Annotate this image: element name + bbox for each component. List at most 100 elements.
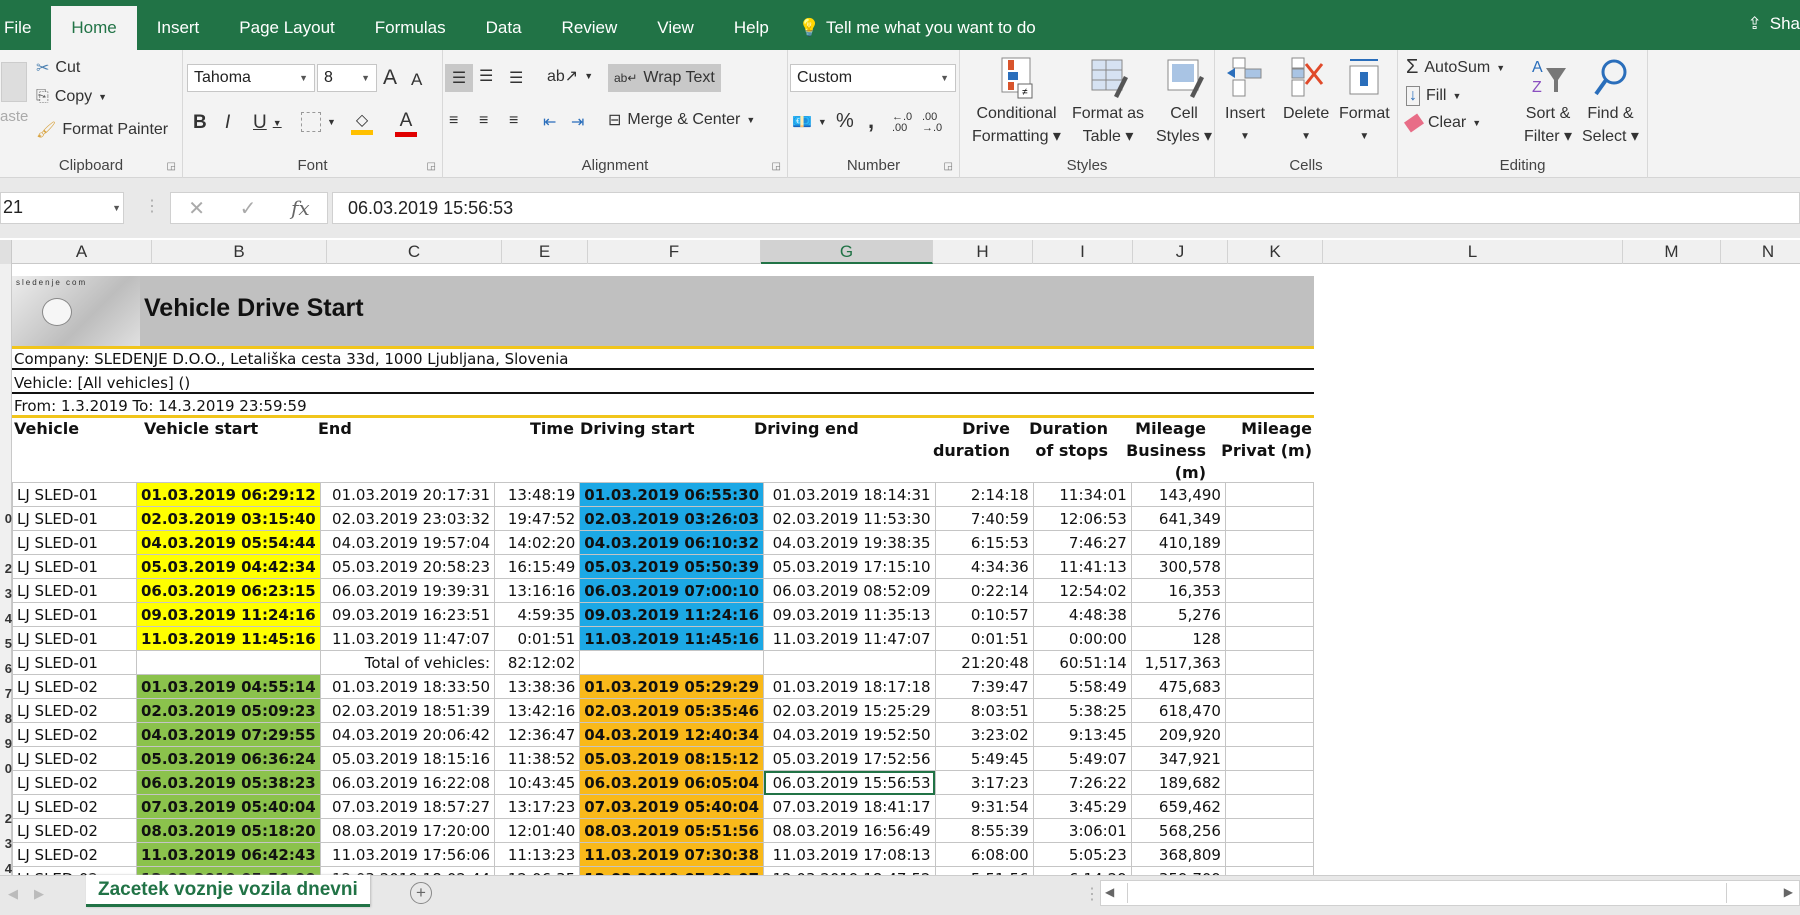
number-format-select[interactable]: Custom ▼ [790, 64, 956, 92]
cell-driving-end[interactable]: 04.03.2019 19:38:35 [763, 530, 936, 555]
cell-drive-duration[interactable]: 7:39:47 [934, 674, 1034, 699]
cell-time[interactable]: 12:36:47 [494, 722, 581, 747]
cell-driving-end[interactable]: 07.03.2019 18:41:17 [763, 794, 936, 819]
column-header-b[interactable]: B [152, 240, 327, 264]
font-family-select[interactable]: Tahoma ▼ [187, 64, 315, 92]
cell-driving-start[interactable]: 06.03.2019 07:00:10 [579, 578, 764, 603]
shrink-font-button[interactable]: A [411, 70, 422, 90]
tab-data[interactable]: Data [466, 6, 542, 50]
column-header-c[interactable]: C [327, 240, 502, 264]
cell-mileage-privat[interactable] [1224, 770, 1315, 795]
cell-driving-end[interactable]: 04.03.2019 19:52:50 [763, 722, 936, 747]
cell-mileage-business[interactable]: 618,470 [1130, 698, 1226, 723]
cell-drive-duration[interactable]: 3:17:23 [934, 770, 1034, 795]
tell-me-search[interactable]: 💡 Tell me what you want to do [789, 6, 1036, 50]
cell-time[interactable]: 19:47:52 [494, 506, 581, 531]
cell-mileage-business[interactable]: 368,809 [1130, 842, 1226, 867]
find-select-button[interactable]: Find & Select ▾ [1582, 56, 1639, 148]
column-header-j[interactable]: J [1133, 240, 1228, 264]
cell-duration-stops[interactable]: 4:48:38 [1032, 602, 1132, 627]
decrease-decimal-button[interactable]: .00 →.0 [922, 112, 948, 134]
cell-drive-duration[interactable]: 4:34:36 [934, 554, 1034, 579]
align-middle-button[interactable]: ☰ [479, 66, 493, 86]
cell-vehicle[interactable]: LJ SLED-02 [12, 794, 137, 819]
cell-mileage-business[interactable]: 5,276 [1130, 602, 1226, 627]
row-number[interactable]: 3 [0, 586, 12, 601]
cell-end[interactable]: 04.03.2019 19:57:04 [319, 530, 496, 555]
cell-driving-end[interactable]: 05.03.2019 17:52:56 [763, 746, 936, 771]
cell-vehicle[interactable]: LJ SLED-01 [12, 650, 137, 675]
cell-driving-end[interactable]: 02.03.2019 15:25:29 [763, 698, 936, 723]
fill-color-button[interactable]: ◇ [351, 110, 373, 135]
cell-vehicle-start[interactable]: 09.03.2019 11:24:16 [135, 602, 321, 627]
cell-vehicle-start[interactable]: 04.03.2019 07:29:55 [135, 722, 321, 747]
cell-time[interactable]: 82:12:02 [494, 650, 581, 675]
cell-driving-start[interactable]: 01.03.2019 06:55:30 [579, 482, 764, 507]
insert-function-icon[interactable]: fx [291, 196, 310, 220]
align-top-button[interactable]: ☰ [445, 64, 473, 92]
cell-driving-end[interactable]: 12.03.2019 18:47:52 [763, 866, 936, 875]
cell-end[interactable]: 06.03.2019 16:22:08 [319, 770, 496, 795]
cell-mileage-business[interactable]: 475,683 [1130, 674, 1226, 699]
tab-review[interactable]: Review [542, 6, 638, 50]
cell-end[interactable]: Total of vehicles: [319, 650, 496, 675]
cell-mileage-business[interactable]: 128 [1130, 626, 1226, 651]
cell-mileage-privat[interactable] [1224, 818, 1315, 843]
column-header-f[interactable]: F [588, 240, 761, 264]
cell-driving-start[interactable]: 01.03.2019 05:29:29 [579, 674, 764, 699]
cell-driving-end[interactable] [763, 650, 936, 675]
clear-button[interactable]: Clear ▼ [1404, 113, 1481, 133]
cell-vehicle-start[interactable]: 11.03.2019 06:42:43 [135, 842, 321, 867]
cell-duration-stops[interactable]: 6:14:29 [1032, 866, 1132, 875]
cell-drive-duration[interactable]: 0:22:14 [934, 578, 1034, 603]
column-header-g[interactable]: G [761, 240, 933, 264]
cell-mileage-privat[interactable] [1224, 602, 1315, 627]
column-header-e[interactable]: E [502, 240, 588, 264]
cell-driving-start[interactable]: 06.03.2019 06:05:04 [579, 770, 764, 795]
cell-mileage-privat[interactable] [1224, 650, 1315, 675]
row-number[interactable]: 2 [0, 811, 12, 826]
tab-file[interactable]: File [0, 6, 51, 50]
format-as-table-button[interactable]: Format as Table ▾ [1072, 56, 1144, 148]
scroll-left-icon[interactable]: ◀ [1105, 885, 1114, 899]
cell-driving-end[interactable]: 11.03.2019 17:08:13 [763, 842, 936, 867]
cell-mileage-business[interactable]: 359,709 [1130, 866, 1226, 875]
italic-button[interactable]: I [225, 112, 230, 134]
drag-handle-icon[interactable]: ⋮ [144, 196, 160, 216]
cell-end[interactable]: 01.03.2019 20:17:31 [319, 482, 496, 507]
cell-driving-start[interactable]: 04.03.2019 12:40:34 [579, 722, 764, 747]
cell-driving-end[interactable]: 06.03.2019 15:56:53 [763, 770, 936, 795]
cell-vehicle-start[interactable]: 05.03.2019 06:36:24 [135, 746, 321, 771]
cell-duration-stops[interactable]: 9:13:45 [1032, 722, 1132, 747]
cell-duration-stops[interactable]: 11:41:13 [1032, 554, 1132, 579]
underline-button[interactable]: U ▼ [253, 112, 282, 134]
cell-end[interactable]: 11.03.2019 17:56:06 [319, 842, 496, 867]
column-header-i[interactable]: I [1033, 240, 1133, 264]
cell-time[interactable]: 4:59:35 [494, 602, 581, 627]
horizontal-scrollbar[interactable]: ◀ ▶ [1100, 880, 1800, 906]
cell-time[interactable]: 10:43:45 [494, 770, 581, 795]
row-number[interactable]: 2 [0, 561, 12, 576]
cell-end[interactable]: 02.03.2019 18:51:39 [319, 698, 496, 723]
cell-vehicle-start[interactable]: 04.03.2019 05:54:44 [135, 530, 321, 555]
format-painter-button[interactable]: 🖌 Format Painter [36, 120, 168, 140]
cell-vehicle-start[interactable]: 02.03.2019 03:15:40 [135, 506, 321, 531]
cell-end[interactable]: 02.03.2019 23:03:32 [319, 506, 496, 531]
cell-drive-duration[interactable]: 8:03:51 [934, 698, 1034, 723]
cell-time[interactable]: 11:38:52 [494, 746, 581, 771]
tab-insert[interactable]: Insert [137, 6, 220, 50]
orientation-button[interactable]: ab↗ ▼ [547, 66, 593, 86]
column-header-k[interactable]: K [1228, 240, 1323, 264]
cell-time[interactable]: 14:02:20 [494, 530, 581, 555]
cell-vehicle-start[interactable]: 12.03.2019 05:56:00 [135, 866, 321, 875]
cell-duration-stops[interactable]: 60:51:14 [1032, 650, 1132, 675]
cell-vehicle-start[interactable]: 01.03.2019 06:29:12 [135, 482, 321, 507]
cell-vehicle[interactable]: LJ SLED-02 [12, 842, 137, 867]
cell-mileage-business[interactable]: 659,462 [1130, 794, 1226, 819]
add-sheet-button[interactable]: + [410, 882, 432, 904]
cell-duration-stops[interactable]: 0:00:00 [1032, 626, 1132, 651]
cell-drive-duration[interactable]: 0:10:57 [934, 602, 1034, 627]
cell-driving-start[interactable] [579, 650, 764, 675]
cell-mileage-privat[interactable] [1224, 746, 1315, 771]
cell-mileage-business[interactable]: 16,353 [1130, 578, 1226, 603]
